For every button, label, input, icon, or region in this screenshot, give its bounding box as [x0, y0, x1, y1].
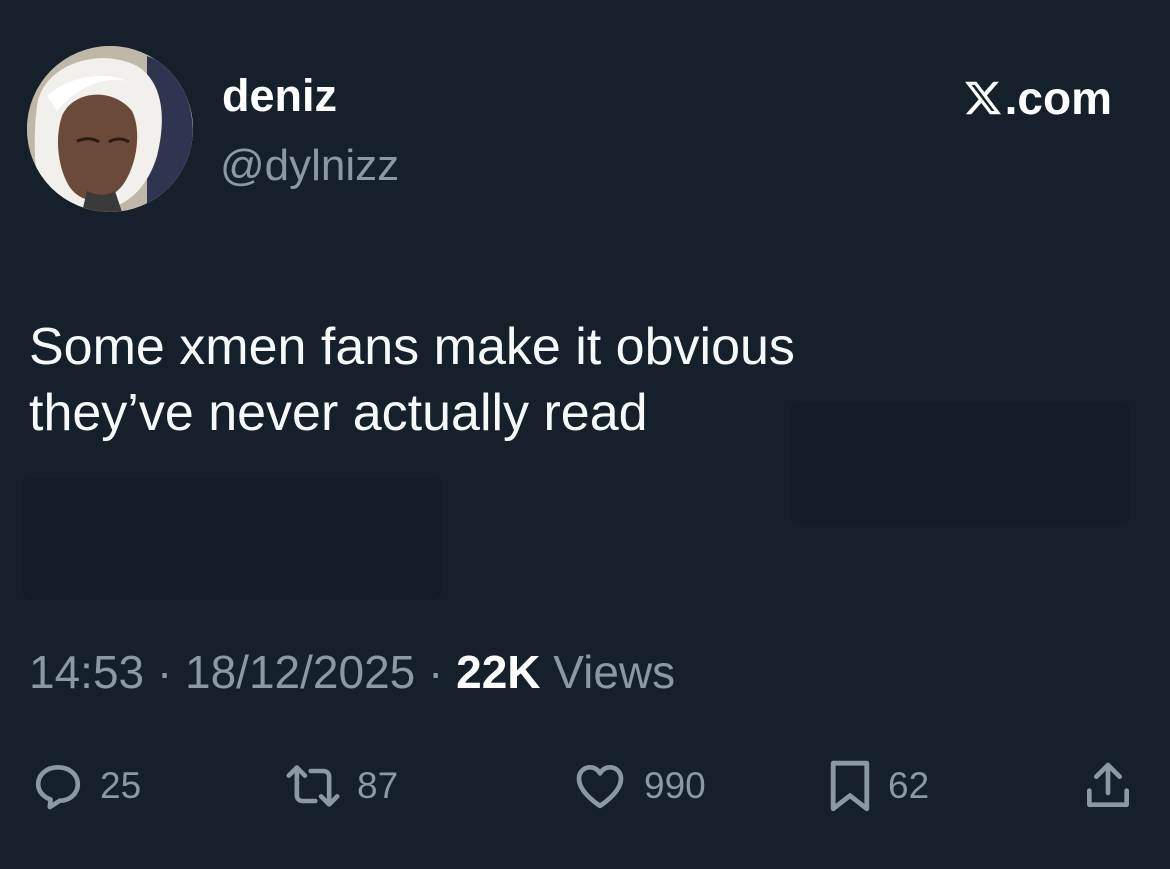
- x-com-brand: .com: [963, 72, 1112, 124]
- redacted-region: [790, 402, 1130, 524]
- anime-avatar-icon: [27, 46, 193, 212]
- user-handle[interactable]: @dylnizz: [220, 140, 399, 192]
- avatar[interactable]: [27, 46, 193, 212]
- like-button[interactable]: 990: [570, 756, 706, 816]
- reply-count: 25: [100, 765, 142, 806]
- brand-domain-text: .com: [1004, 72, 1112, 124]
- display-name[interactable]: deniz: [222, 70, 337, 122]
- views-label: Views: [540, 646, 676, 698]
- tweet-meta: 14:53 · 18/12/2025 · 22K Views: [29, 644, 675, 700]
- bookmark-icon: [830, 760, 870, 812]
- tweet-time[interactable]: 14:53: [29, 646, 144, 698]
- heart-icon: [576, 765, 624, 809]
- share-button[interactable]: [1080, 756, 1136, 816]
- reply-icon: [35, 765, 81, 810]
- repost-icon: [286, 765, 340, 807]
- redacted-region: [22, 478, 442, 600]
- meta-separator: ·: [415, 646, 457, 698]
- reply-button[interactable]: 25: [30, 756, 141, 816]
- x-logo-icon: [964, 81, 1001, 115]
- meta-separator: ·: [144, 646, 186, 698]
- bookmark-count: 62: [888, 765, 930, 806]
- views-count: 22K: [456, 646, 541, 698]
- repost-button[interactable]: 87: [283, 756, 398, 816]
- tweet-line-1: Some xmen fans make it obvious: [29, 318, 795, 376]
- tweet-date[interactable]: 18/12/2025: [185, 646, 415, 698]
- bookmark-button[interactable]: 62: [826, 756, 929, 816]
- action-bar: 25 87 990 62: [0, 756, 1170, 816]
- like-count: 990: [644, 765, 706, 806]
- repost-count: 87: [357, 765, 399, 806]
- share-icon: [1087, 762, 1129, 807]
